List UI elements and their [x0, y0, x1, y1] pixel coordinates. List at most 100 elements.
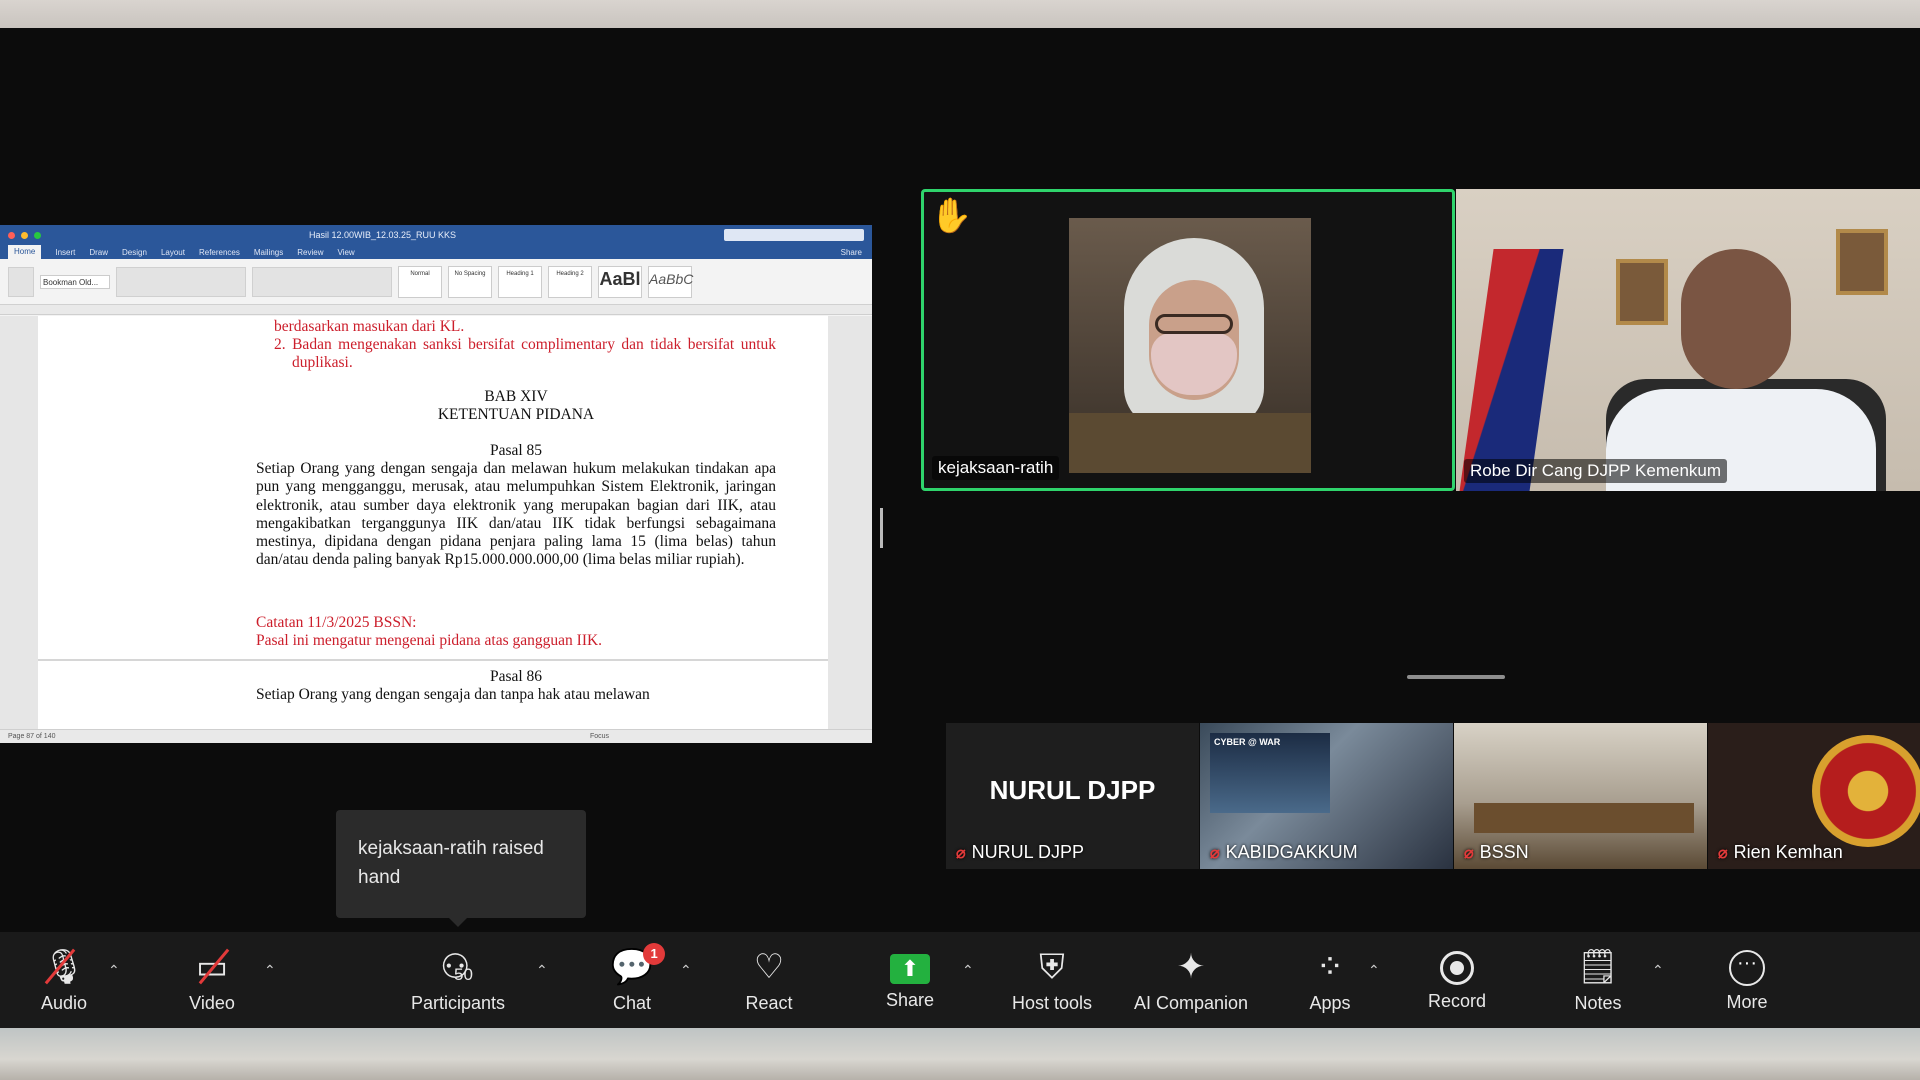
- paste-button[interactable]: [8, 266, 34, 297]
- video-tile-active-speaker[interactable]: ✋ kejaksaan-ratih: [921, 189, 1455, 491]
- participant-video: [1069, 218, 1311, 473]
- chat-options-caret[interactable]: ⌃: [680, 962, 692, 979]
- tab-draw[interactable]: Draw: [89, 248, 108, 257]
- thumbnail-tile[interactable]: ⌀ Rien Kemhan: [1708, 723, 1920, 869]
- notes-icon: 🗒: [1576, 947, 1620, 986]
- participant-name: Robe Dir Cang DJPP Kemenkum: [1464, 459, 1728, 483]
- audio-options-caret[interactable]: ⌃: [108, 962, 120, 979]
- record-icon: [1440, 951, 1474, 985]
- style-title[interactable]: AaBl: [598, 265, 642, 298]
- room-background-bottom: [0, 1028, 1920, 1080]
- apps-options-caret[interactable]: ⌃: [1368, 962, 1380, 979]
- share-screen-icon: ⬆: [890, 954, 930, 984]
- apps-label: Apps: [1309, 992, 1351, 1013]
- chat-icon: 💬 1: [611, 942, 666, 987]
- style-normal[interactable]: Normal: [398, 265, 442, 298]
- react-button[interactable]: ♡ React: [738, 932, 800, 1028]
- ai-companion-button[interactable]: ✦ AI Companion: [1126, 932, 1256, 1028]
- tab-home[interactable]: Home: [8, 245, 42, 259]
- apps-button[interactable]: ⁘ Apps: [1306, 932, 1354, 1028]
- word-title-bar: Hasil 12.00WIB_12.03.25_RUU KKS: [0, 225, 872, 245]
- participants-button[interactable]: ⚇ 50 Participants: [404, 932, 512, 1028]
- video-label: Video: [189, 992, 235, 1013]
- doc-note-body: Pasal ini mengatur mengenai pidana atas …: [256, 632, 603, 649]
- chat-button[interactable]: 💬 1 Chat: [606, 932, 666, 1028]
- doc-article-86-body: Setiap Orang yang dengan sengaja dan tan…: [256, 686, 650, 703]
- video-options-caret[interactable]: ⌃: [264, 962, 276, 979]
- notes-label: Notes: [1574, 992, 1622, 1013]
- doc-list-item-2: 2. Badan mengenakan sanksi bersifat comp…: [274, 336, 776, 372]
- style-no-spacing[interactable]: No Spacing: [448, 265, 492, 298]
- participant-name: kejaksaan-ratih: [932, 456, 1060, 480]
- word-share-button[interactable]: Share: [841, 248, 862, 257]
- video-button[interactable]: ▭ Video: [180, 932, 244, 1028]
- word-ribbon: Bookman Old... Normal No Spacing Heading…: [0, 259, 872, 305]
- mic-muted-icon: ⌀: [956, 844, 966, 862]
- shield-icon: ⛨: [1039, 947, 1065, 986]
- host-tools-label: Host tools: [1011, 992, 1093, 1013]
- document-page[interactable]: berdasarkan masukan dari KL. 2. Badan me…: [38, 316, 828, 729]
- thumbnail-label: ⌀ NURUL DJPP: [956, 842, 1084, 863]
- tab-layout[interactable]: Layout: [161, 248, 185, 257]
- zoom-window-icon[interactable]: [34, 231, 41, 239]
- thumbnail-tile[interactable]: NURUL DJPP ⌀ NURUL DJPP: [946, 723, 1199, 869]
- shared-screen: Hasil 12.00WIB_12.03.25_RUU KKS Home Ins…: [0, 225, 872, 743]
- thumbnail-tile[interactable]: CYBER @ WAR ⌀ KABIDGAKKUM: [1200, 723, 1453, 869]
- thumbnail-tile[interactable]: ⌀ BSSN: [1454, 723, 1707, 869]
- thumbnail-name: NURUL DJPP: [971, 842, 1084, 862]
- tab-review[interactable]: Review: [297, 248, 323, 257]
- ruler: [0, 305, 872, 315]
- font-format-group[interactable]: [116, 266, 246, 297]
- document-title: Hasil 12.00WIB_12.03.25_RUU KKS: [308, 230, 457, 240]
- chat-label: Chat: [612, 992, 652, 1013]
- tab-mailings[interactable]: Mailings: [254, 248, 283, 257]
- share-label: Share: [885, 990, 935, 1010]
- participant-display-name: NURUL DJPP: [989, 775, 1156, 805]
- video-head: [1681, 249, 1791, 389]
- style-heading-1[interactable]: Heading 1: [498, 265, 542, 298]
- more-button[interactable]: ··· More: [1722, 932, 1772, 1028]
- paragraph-format-group[interactable]: [252, 266, 392, 297]
- host-tools-button[interactable]: ⛨ Host tools: [1004, 932, 1100, 1028]
- page-count: Page 87 of 140: [8, 733, 56, 740]
- thumbnail-label: ⌀ KABIDGAKKUM: [1210, 842, 1358, 863]
- style-heading-2[interactable]: Heading 2: [548, 265, 592, 298]
- more-label: More: [1726, 991, 1768, 1012]
- video-tile[interactable]: Robe Dir Cang DJPP Kemenkum: [1456, 189, 1920, 491]
- tab-insert[interactable]: Insert: [55, 248, 75, 257]
- style-subtitle[interactable]: AaBbC: [648, 265, 693, 298]
- doc-article-85-heading: Pasal 85: [489, 442, 543, 459]
- tab-view[interactable]: View: [337, 248, 354, 257]
- thumbnail-label: ⌀ BSSN: [1464, 842, 1529, 863]
- tab-design[interactable]: Design: [122, 248, 147, 257]
- sparkle-icon: ✦: [1176, 947, 1206, 986]
- doc-article-85-body: Setiap Orang yang dengan sengaja dan mel…: [256, 460, 776, 569]
- doc-line-1: berdasarkan masukan dari KL.: [274, 318, 465, 335]
- audio-button[interactable]: 🎙 Audio: [34, 932, 94, 1028]
- notes-options-caret[interactable]: ⌃: [1652, 962, 1664, 979]
- doc-note-heading: Catatan 11/3/2025 BSSN:: [256, 614, 417, 631]
- focus-button[interactable]: Focus: [590, 730, 609, 743]
- portrait-frame: [1836, 229, 1888, 295]
- record-label: Record: [1427, 991, 1487, 1011]
- share-button[interactable]: ⬆ Share: [880, 932, 940, 1028]
- raised-hand-toast: kejaksaan-ratih raised hand: [336, 810, 586, 918]
- record-button[interactable]: Record: [1424, 932, 1490, 1028]
- page-break: [38, 659, 828, 661]
- word-search-input[interactable]: [724, 229, 864, 241]
- document-canvas: berdasarkan masukan dari KL. 2. Badan me…: [0, 316, 872, 729]
- minimize-window-icon[interactable]: [21, 231, 28, 239]
- video-book-cover: CYBER @ WAR: [1210, 733, 1330, 813]
- close-window-icon[interactable]: [8, 231, 15, 239]
- tab-references[interactable]: References: [199, 248, 240, 257]
- participants-icon: ⚇ 50: [404, 947, 512, 987]
- font-name-select[interactable]: Bookman Old...: [40, 274, 110, 289]
- notes-button[interactable]: 🗒 Notes: [1570, 932, 1626, 1028]
- participants-options-caret[interactable]: ⌃: [536, 962, 548, 979]
- share-options-caret[interactable]: ⌃: [962, 962, 974, 979]
- share-resize-handle[interactable]: [880, 508, 883, 548]
- video-off-icon: ▭: [196, 947, 230, 987]
- toast-pointer: [448, 917, 468, 927]
- video-uniform: [1069, 413, 1311, 473]
- gallery-scroll-indicator[interactable]: [1407, 675, 1505, 679]
